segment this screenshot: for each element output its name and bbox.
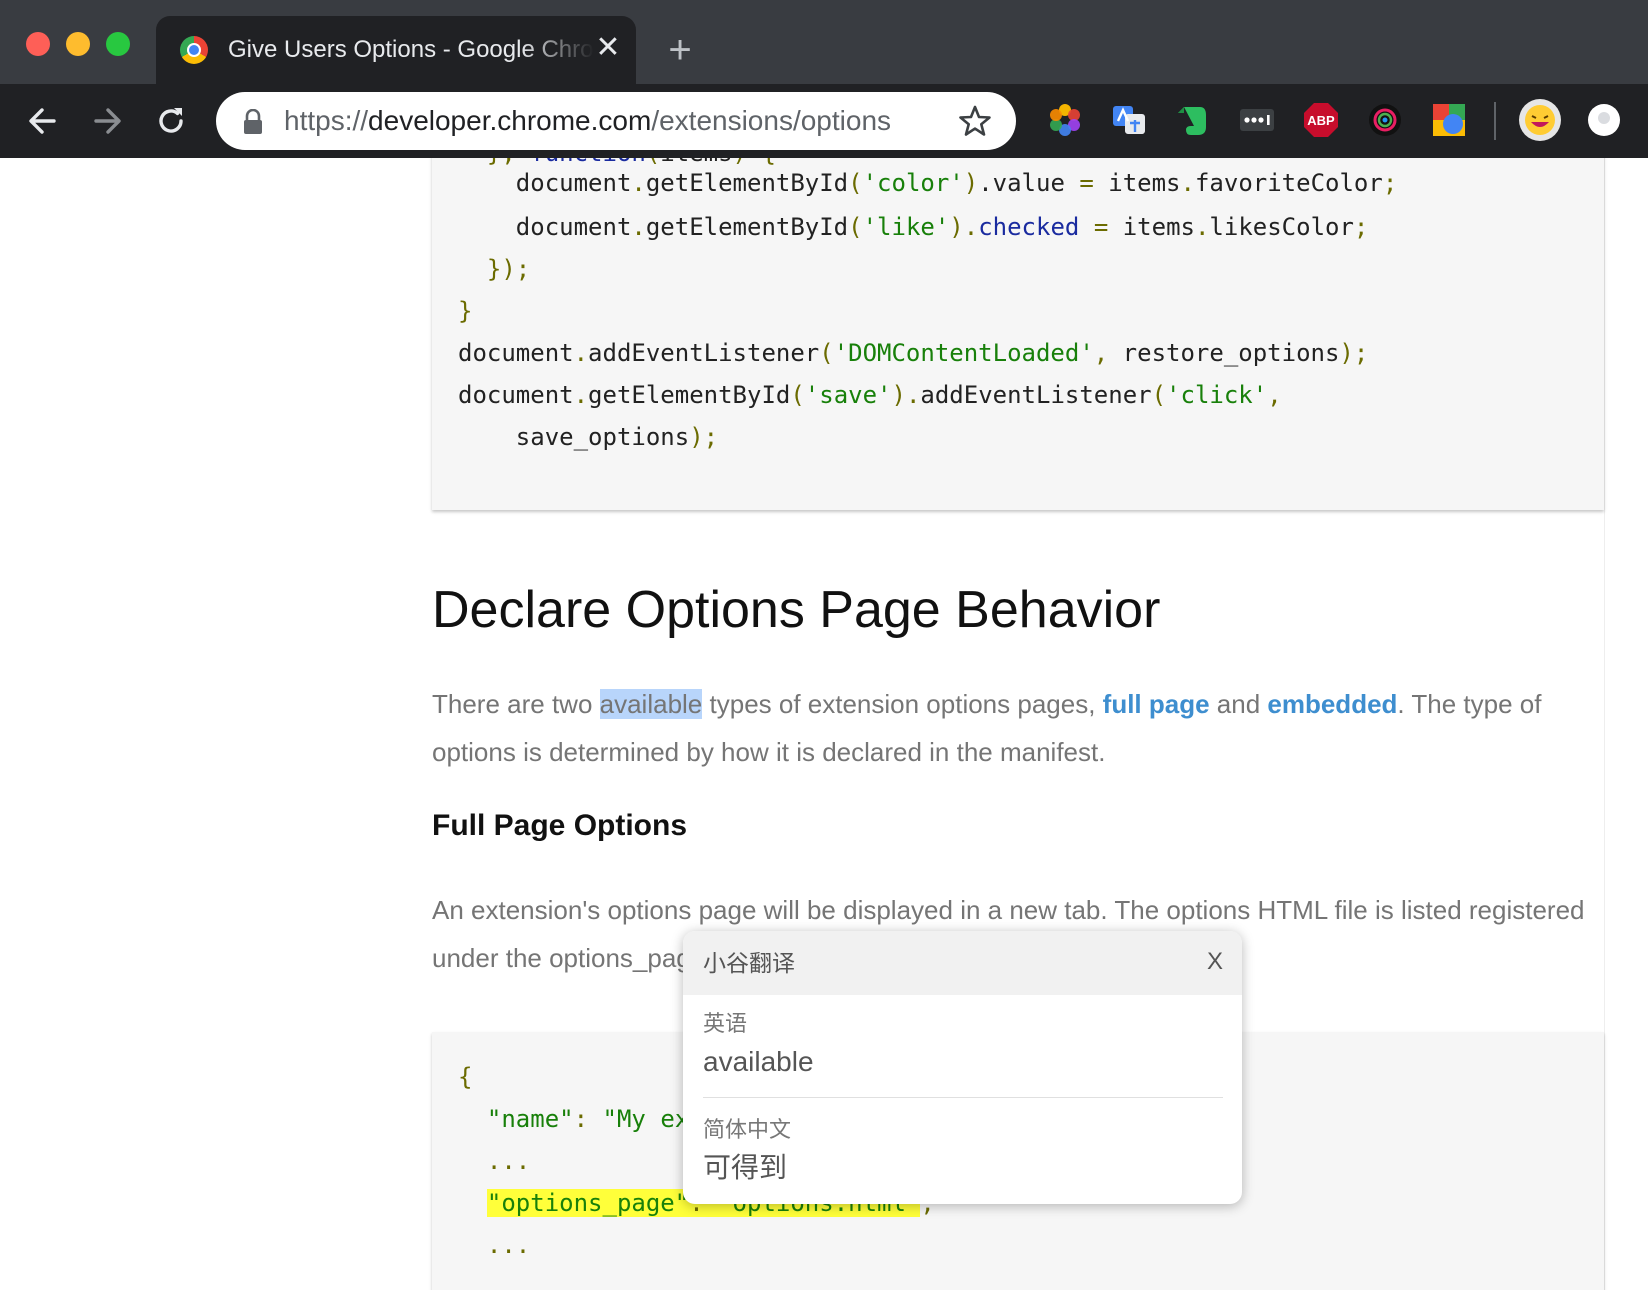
code-line: ... [458, 1147, 531, 1175]
selected-word: available [599, 689, 703, 719]
elephant-icon [1178, 107, 1206, 135]
embedded-link[interactable]: embedded [1267, 689, 1397, 719]
tab-close-button[interactable]: ✕ [592, 32, 624, 64]
active-tab[interactable]: Give Users Options - Google Chrome Devel… [156, 16, 636, 84]
laughing-face-icon [1519, 99, 1561, 141]
source-text: available [703, 1046, 814, 1077]
code-line: document.getElementById('save').addEvent… [458, 381, 1282, 409]
back-button[interactable] [24, 102, 62, 140]
popup-close-button[interactable]: X [1199, 945, 1231, 979]
emoji-extension-icon[interactable] [1518, 98, 1562, 142]
pinwheel-icon [1050, 104, 1080, 136]
popup-divider [703, 1097, 1223, 1098]
reload-icon [159, 108, 183, 133]
chrome-favicon-icon [180, 36, 208, 64]
code-line: document.getElementById('like').checked … [458, 213, 1369, 241]
adblock-plus-extension-icon[interactable]: ABP [1302, 101, 1340, 139]
paragraph-text: There are two [432, 689, 600, 719]
profile-avatar[interactable] [1588, 104, 1620, 136]
evernote-extension-icon[interactable] [1174, 101, 1212, 139]
url-path: /extensions/options [651, 105, 892, 136]
translate-extension-icon[interactable] [1110, 101, 1148, 139]
code-line: document.addEventListener('DOMContentLoa… [458, 339, 1369, 367]
toolbar-divider [1494, 102, 1496, 140]
code-line: { [458, 1063, 473, 1091]
code-block-options-js: }, function(items) { document.getElement… [432, 158, 1604, 510]
paragraph-text: types of extension options pages, [702, 689, 1103, 719]
browser-toolbar: https://developer.chrome.com/extensions/… [0, 84, 1648, 158]
bookmark-star-icon[interactable] [958, 104, 992, 138]
lock-icon [244, 109, 262, 134]
lens-icon [1369, 104, 1401, 136]
ellipsis-icon [1240, 109, 1274, 131]
address-bar[interactable]: https://developer.chrome.com/extensions/… [216, 92, 1016, 150]
content-divider [1604, 158, 1605, 1290]
full-page-link[interactable]: full page [1103, 689, 1210, 719]
color-picker-icon [1433, 104, 1465, 136]
reload-button[interactable] [152, 102, 190, 140]
new-tab-button[interactable]: + [662, 30, 698, 70]
page-viewport: }, function(items) { document.getElement… [0, 158, 1648, 1290]
subsection-heading: Full Page Options [432, 809, 688, 842]
popup-header: 小谷翻译 X [683, 931, 1242, 995]
close-window-button[interactable] [26, 32, 50, 56]
code-line: }); [458, 255, 531, 283]
section-paragraph: There are two available types of extensi… [432, 680, 1602, 776]
maximize-window-button[interactable] [106, 32, 130, 56]
url-scheme: https:// [284, 105, 369, 136]
photos-extension-icon[interactable] [1046, 101, 1084, 139]
minimize-window-button[interactable] [66, 32, 90, 56]
camera-extension-icon[interactable] [1366, 101, 1404, 139]
code-line: }, function(items) { [458, 158, 776, 168]
colorzilla-extension-icon[interactable] [1430, 101, 1468, 139]
tab-strip: Give Users Options - Google Chrome Devel… [0, 0, 1648, 84]
code-line: } [458, 297, 473, 325]
paragraph-text: and [1209, 689, 1268, 719]
url-text: https://developer.chrome.com/extensions/… [284, 104, 891, 138]
source-language-label: 英语 [703, 1011, 748, 1036]
svg-text:ABP: ABP [1307, 113, 1335, 128]
more-extension-icon[interactable] [1238, 101, 1276, 139]
code-line: document.getElementById('color').value =… [458, 169, 1398, 197]
translation-popup: 小谷翻译 X 英语 available 简体中文 可得到 [683, 931, 1242, 1204]
abp-stop-sign-icon: ABP [1304, 103, 1338, 137]
arrow-right-icon [94, 108, 121, 134]
section-heading: Declare Options Page Behavior [432, 581, 1161, 639]
code-line: save_options); [458, 423, 719, 451]
popup-title: 小谷翻译 [703, 950, 795, 976]
translated-text: 可得到 [703, 1152, 788, 1183]
translate-icon [1113, 106, 1145, 134]
arrow-left-icon [29, 108, 56, 134]
tab-title: Give Users Options - Google Chrome Devel… [228, 36, 594, 63]
url-host: developer.chrome.com [368, 105, 652, 136]
forward-button[interactable] [88, 102, 126, 140]
target-language-label: 简体中文 [703, 1117, 792, 1142]
code-line: ... [458, 1231, 531, 1259]
